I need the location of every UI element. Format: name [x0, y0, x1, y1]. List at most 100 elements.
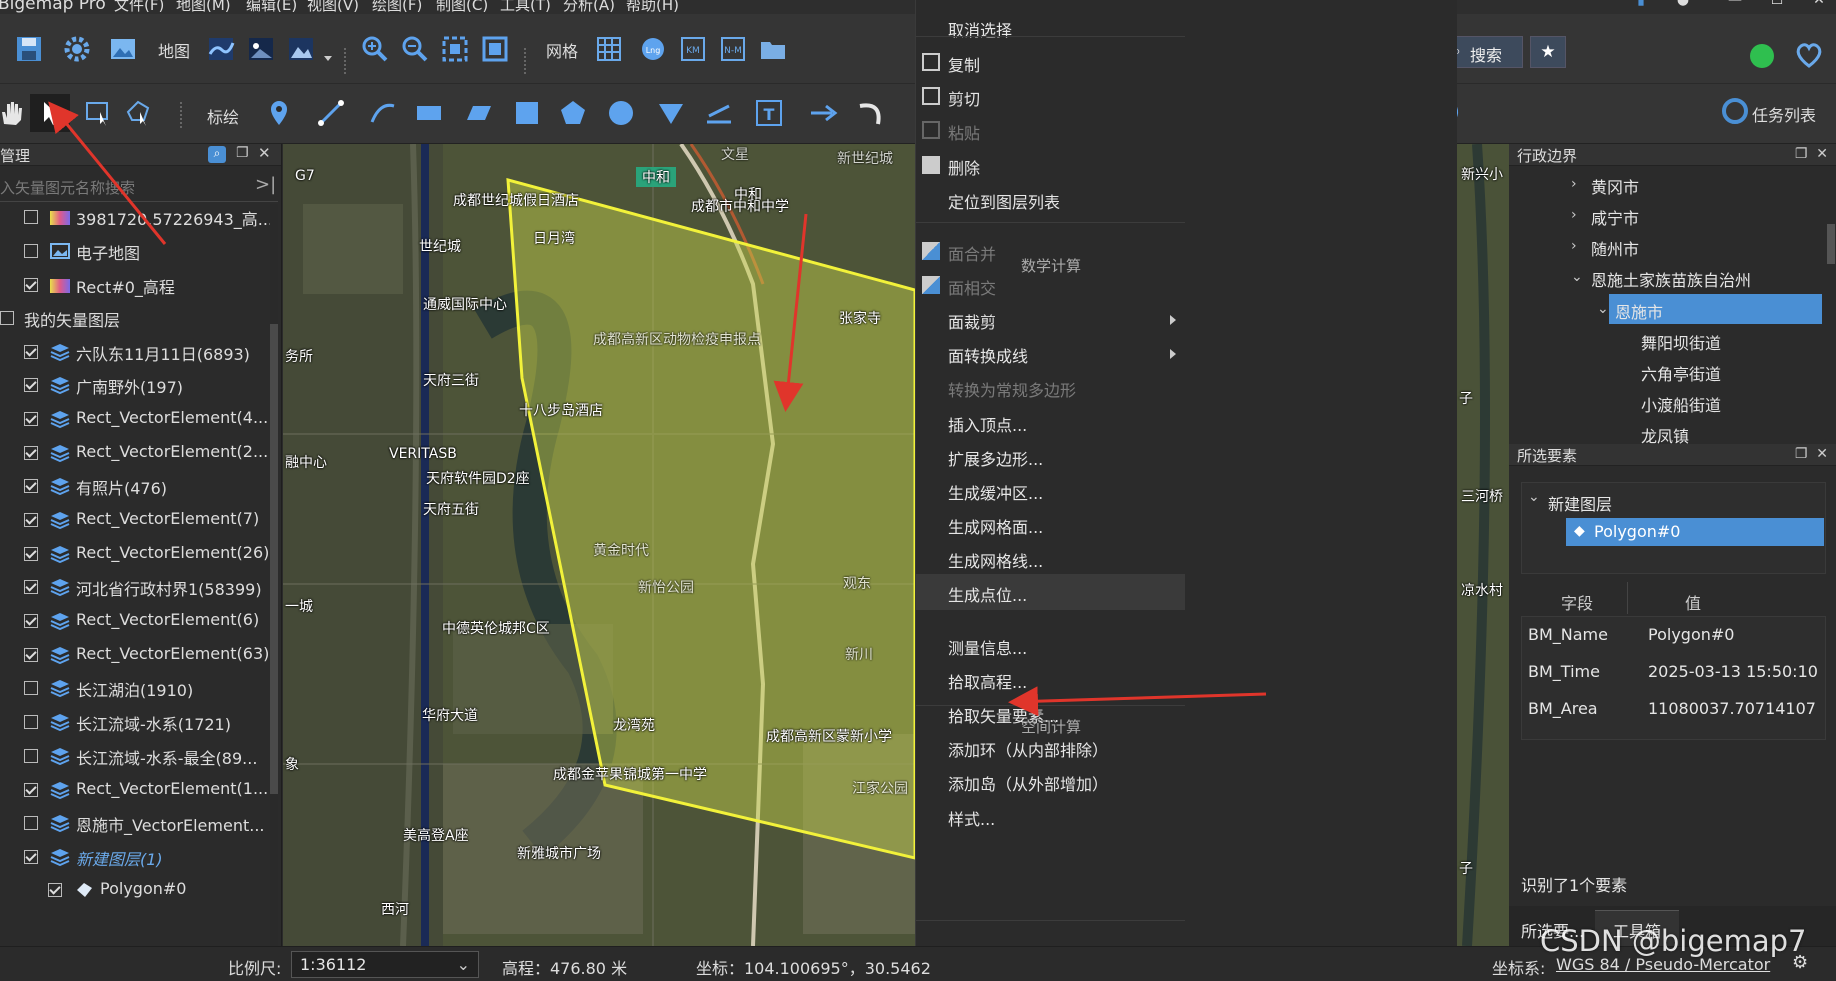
layer-checkbox[interactable] — [24, 547, 38, 561]
panel-close-icon[interactable]: ✕ — [258, 144, 271, 162]
layer-checkbox[interactable] — [24, 244, 38, 258]
layer-row[interactable]: 长江湖泊(1910) — [0, 673, 270, 703]
admin-tree-item[interactable]: 小渡船街道 — [1509, 387, 1827, 417]
admin-tree-item[interactable]: › 咸宁市 — [1509, 200, 1827, 230]
km-grid-icon[interactable]: KM — [676, 32, 710, 66]
layer-checkbox[interactable] — [24, 513, 38, 527]
context-menu-item[interactable]: 生成缓冲区... — [916, 472, 1186, 508]
zoom-out-icon[interactable] — [398, 32, 432, 66]
context-menu-item[interactable]: 复制 — [916, 44, 1186, 80]
chevron-right-icon[interactable]: › — [1571, 176, 1577, 192]
panel-window-icons[interactable]: ❐ ✕ — [1795, 446, 1828, 462]
layer-checkbox[interactable] — [0, 311, 14, 325]
minimize-icon[interactable]: — — [1724, 0, 1746, 10]
full-extent-icon[interactable] — [478, 32, 512, 66]
layer-row[interactable]: 3981720.57226943_高... — [0, 202, 273, 232]
context-menu-item[interactable]: 测量信息... — [916, 627, 1186, 663]
layer-row[interactable]: 我的矢量图层 — [0, 303, 270, 333]
map-canvas-right-strip[interactable]: 新兴小 子 三河桥 凉水村 子 — [1457, 144, 1509, 946]
zoom-extent-icon[interactable] — [438, 32, 472, 66]
save-icon[interactable] — [12, 32, 46, 66]
chevron-down-icon[interactable]: ⌄ — [1571, 269, 1583, 285]
parallelogram-tool-icon[interactable] — [462, 96, 496, 130]
rect-select-icon[interactable] — [82, 96, 116, 130]
layer-row[interactable]: 六队东11月11日(6893) — [0, 337, 270, 367]
select-pointer-icon[interactable] — [30, 94, 70, 132]
layer-row[interactable]: Rect_VectorElement(2... — [0, 438, 270, 468]
layer-checkbox[interactable] — [24, 412, 38, 426]
layer-checkbox[interactable] — [24, 749, 38, 763]
layer-row[interactable]: Rect_VectorElement(26) — [0, 539, 270, 569]
search-button[interactable]: ⌕ 搜索 — [1447, 36, 1523, 68]
layer-row[interactable]: Rect#0_高程 — [0, 270, 270, 300]
feedback-heart-icon[interactable] — [1794, 42, 1824, 68]
layer-row[interactable]: 长江流域-水系(1721) — [0, 707, 270, 737]
layer-row[interactable]: 恩施市_VectorElement... — [0, 808, 270, 838]
settings-gear-icon[interactable] — [60, 32, 94, 66]
selected-layer-name[interactable]: 新建图层 — [1548, 491, 1612, 515]
measure-tool-icon[interactable] — [702, 96, 736, 130]
context-menu-item[interactable]: 样式... — [916, 798, 1186, 834]
collapse-panel-icon[interactable]: >| — [255, 174, 276, 195]
layer-checkbox[interactable] — [24, 648, 38, 662]
wechat-icon[interactable] — [1750, 44, 1774, 68]
sector-tool-icon[interactable] — [654, 96, 688, 130]
layer-checkbox[interactable] — [24, 850, 38, 864]
context-menu-item[interactable]: 删除 — [916, 147, 1186, 183]
layer-checkbox[interactable] — [24, 345, 38, 359]
menu-view[interactable]: 视图(V) — [307, 0, 359, 14]
context-menu-item[interactable]: 生成点位... — [916, 574, 1186, 610]
circle-tool-icon[interactable] — [604, 96, 638, 130]
layer-row[interactable]: 有照片(476) — [0, 471, 270, 501]
layer-row[interactable]: 新建图层(1) — [0, 842, 270, 872]
marker-pin-icon[interactable] — [262, 96, 296, 130]
menu-cartography[interactable]: 制图(C) — [436, 0, 488, 14]
maximize-icon[interactable]: ☐ — [1766, 0, 1788, 10]
admin-tree-item[interactable]: ⌄ 恩施土家族苗族自治州 — [1509, 262, 1827, 292]
panel-window-icons[interactable]: ❐ ✕ — [1795, 146, 1828, 162]
menu-analysis[interactable]: 分析(A) — [563, 0, 615, 14]
map-canvas[interactable]: 成都世纪城假日酒店 成都市中和中学 中和 中和 世纪城 通威国际中心 天府三街 十八步岛酒店 V… — [283, 144, 915, 946]
layer-checkbox[interactable] — [24, 278, 38, 292]
table-row[interactable]: BM_Area 11080037.70714107 — [1522, 691, 1827, 728]
context-menu-item[interactable]: 插入顶点... — [916, 404, 1186, 440]
grid-icon[interactable] — [592, 32, 626, 66]
layer-search-input[interactable]: 入矢量图元名称搜索 >| — [0, 172, 278, 202]
layer-row[interactable]: Polygon#0 — [0, 875, 270, 905]
pentagon-tool-icon[interactable] — [556, 96, 590, 130]
context-menu-item[interactable]: 生成网格面... — [916, 506, 1186, 542]
curve-tool-icon[interactable] — [366, 96, 400, 130]
pan-hand-icon[interactable] — [0, 96, 28, 130]
admin-tree-item[interactable]: 舞阳坝街道 — [1509, 325, 1827, 355]
layer-checkbox[interactable] — [24, 681, 38, 695]
rectangle-tool-icon[interactable] — [412, 96, 446, 130]
chevron-down-icon[interactable]: ⌄ — [1597, 301, 1609, 317]
context-menu-item[interactable]: 定位到图层列表 — [916, 181, 1186, 217]
admin-tree-item[interactable]: ⌄ 恩施市 — [1597, 294, 1822, 324]
table-row[interactable]: BM_Time 2025-03-13 15:50:10 — [1522, 654, 1827, 691]
context-menu-item[interactable]: 粘贴 — [916, 112, 1186, 148]
task-list-icon[interactable] — [1722, 98, 1748, 124]
layer-tree-scrollbar[interactable] — [270, 204, 278, 974]
night-map-icon[interactable] — [244, 32, 278, 66]
line-tool-icon[interactable] — [314, 96, 348, 130]
context-menu-item[interactable]: 生成网格线... — [916, 540, 1186, 576]
context-menu-item[interactable]: 拾取高程... — [916, 661, 1186, 697]
nm-grid-icon[interactable]: N-M — [716, 32, 750, 66]
context-menu-item[interactable]: 转换为常规多边形 — [916, 369, 1186, 405]
favorite-star-icon[interactable]: ★ — [1530, 36, 1566, 68]
context-menu-item[interactable]: 扩展多边形... — [916, 438, 1186, 474]
layer-checkbox[interactable] — [24, 783, 38, 797]
layer-checkbox[interactable] — [24, 816, 38, 830]
context-menu-item[interactable]: 面转换成线 — [916, 335, 1186, 371]
layer-checkbox[interactable] — [24, 580, 38, 594]
arrow-tool-icon[interactable] — [806, 96, 840, 130]
scale-select[interactable]: 1:36112 ⌄ — [291, 951, 479, 978]
layer-checkbox[interactable] — [24, 614, 38, 628]
layer-row[interactable]: 广南野外(197) — [0, 370, 270, 400]
menu-edit[interactable]: 编辑(E) — [246, 0, 297, 14]
menu-tools[interactable]: 工具(T) — [500, 0, 551, 14]
task-list-button[interactable]: 任务列表 — [1752, 102, 1816, 126]
layer-row[interactable]: 电子地图 — [0, 236, 270, 266]
layer-row[interactable]: Rect_VectorElement(1... — [0, 775, 270, 805]
